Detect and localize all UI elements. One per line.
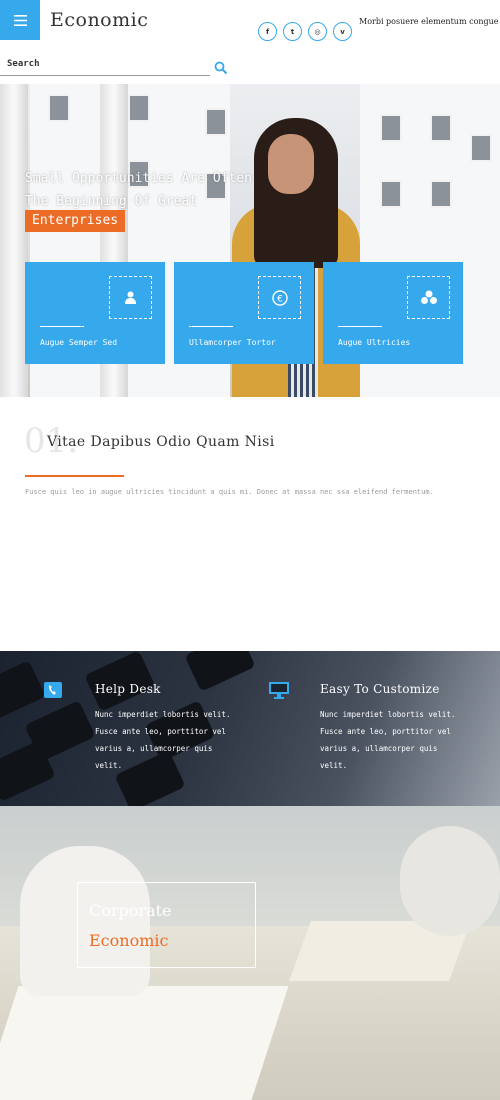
- site-logo[interactable]: Economic: [50, 9, 148, 31]
- feature-icon-frame: €: [258, 276, 301, 319]
- service-text: Nunc imperdiet lobortis velit. Fusce ant…: [95, 710, 231, 770]
- hero-banner: Small Opportunities Are Often The Beginn…: [0, 84, 500, 397]
- service-text: Nunc imperdiet lobortis velit. Fusce ant…: [320, 710, 456, 770]
- feature-label: Ullamcorper Tortor: [189, 338, 276, 347]
- phone-icon: [44, 682, 62, 698]
- vimeo-icon[interactable]: v: [333, 22, 352, 41]
- feature-label: Augue Semper Sed: [40, 338, 118, 347]
- service-title: Help Desk: [95, 682, 161, 696]
- search-underline: [0, 75, 210, 76]
- feature-divider: [189, 326, 233, 327]
- hero-accent-label: Enterprises: [25, 210, 126, 232]
- column: [0, 84, 28, 397]
- dribbble-icon[interactable]: ◎: [308, 22, 327, 41]
- keyboard-key: [184, 651, 256, 692]
- euro-icon: €: [271, 289, 288, 306]
- feature-card-3[interactable]: Augue Ultricies: [323, 262, 463, 364]
- services-section: Help Desk Nunc imperdiet lobortis velit.…: [0, 651, 500, 806]
- monitor-icon: [269, 682, 289, 699]
- site-header: Economic f t ◎ v Morbi posuere elementum…: [0, 0, 500, 84]
- window: [430, 114, 452, 142]
- corporate-title: Corporate: [89, 901, 172, 920]
- window: [48, 94, 70, 122]
- hero-line-1: Small Opportunities Are Often: [25, 171, 252, 186]
- hero-heading: Small Opportunities Are Often The Beginn…: [25, 167, 252, 213]
- twitter-icon[interactable]: t: [283, 22, 302, 41]
- search-input[interactable]: Search: [7, 59, 40, 69]
- corporate-section: Corporate Economic: [0, 806, 500, 1100]
- hero-person-face: [268, 134, 314, 194]
- window: [470, 134, 492, 162]
- facebook-icon[interactable]: f: [258, 22, 277, 41]
- window: [430, 180, 452, 208]
- feature-card-2[interactable]: € Ullamcorper Tortor: [174, 262, 314, 364]
- corporate-subtitle: Economic: [89, 931, 169, 950]
- keyboard-key: [0, 660, 46, 722]
- service-title: Easy To Customize: [320, 682, 440, 696]
- feature-label: Augue Ultricies: [338, 338, 411, 347]
- about-heading: Vitae Dapibus Odio Quam Nisi: [47, 434, 275, 450]
- hamburger-icon: [13, 14, 27, 26]
- about-divider: [25, 475, 124, 477]
- about-section: 01. Vitae Dapibus Odio Quam Nisi Fusce q…: [0, 397, 500, 651]
- window: [380, 114, 402, 142]
- hand: [400, 826, 500, 936]
- corporate-frame: [77, 882, 256, 968]
- coins-icon: [420, 290, 437, 304]
- feature-divider: [40, 326, 84, 327]
- window: [380, 180, 402, 208]
- window: [128, 94, 150, 122]
- feature-card-1[interactable]: Augue Semper Sed: [25, 262, 165, 364]
- search-icon[interactable]: [214, 61, 228, 75]
- svg-text:€: €: [277, 294, 283, 304]
- paper-sheet: [0, 986, 289, 1100]
- feature-icon-frame: [407, 276, 450, 319]
- window: [205, 108, 227, 136]
- feature-divider: [338, 326, 382, 327]
- about-text: Fusce quis leo in augue ultricies tincid…: [25, 488, 434, 496]
- user-icon: [125, 291, 136, 304]
- header-tagline: Morbi posuere elementum congue: [359, 17, 499, 26]
- feature-icon-frame: [109, 276, 152, 319]
- social-links: f t ◎ v: [258, 22, 352, 41]
- menu-toggle-button[interactable]: [0, 0, 40, 40]
